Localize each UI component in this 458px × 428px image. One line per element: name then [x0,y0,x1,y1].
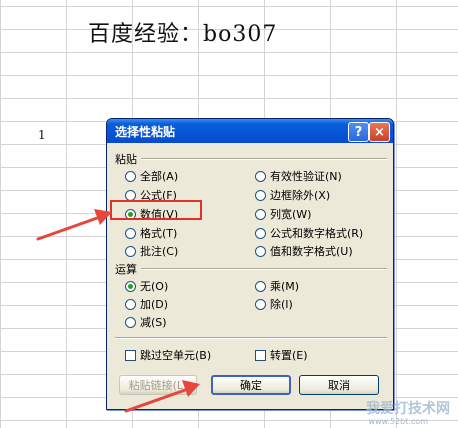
dialog-title: 选择性粘贴 [115,125,176,139]
paste-comments-option[interactable]: 批注(C) [125,243,178,259]
operation-section-divider [141,268,387,270]
pointer-arrow-icon [36,209,112,241]
checkbox-label: 转置(E) [270,349,308,362]
radio-icon [255,227,266,239]
option-label: 加(D) [140,298,169,311]
paste-all-option[interactable]: 全部(A) [125,168,178,184]
radio-icon [125,189,136,201]
transpose-checkbox[interactable]: 转置(E) [255,347,308,363]
option-label: 乘(M) [270,280,300,293]
header-text: 百度经验：bo307 [88,22,278,47]
radio-icon [255,245,266,257]
cell-value[interactable]: 1 [38,128,46,142]
radio-icon [255,189,266,201]
paste-section-label: 粘贴 [115,153,137,166]
option-label: 全部(A) [140,170,179,183]
option-label: 有效性验证(N) [270,170,342,183]
values-option-highlight [110,200,202,220]
option-label: 除(I) [270,298,293,311]
operation-section-label: 运算 [115,263,137,276]
cancel-button[interactable]: 取消 [299,375,379,395]
site-brand-watermark: 我爱打技术网 [366,401,450,417]
radio-icon [255,280,266,292]
paste-values-number-formats-option[interactable]: 值和数字格式(U) [255,243,353,259]
paste-formulas-number-formats-option[interactable]: 公式和数字格式(R) [255,225,363,241]
paste-column-widths-option[interactable]: 列宽(W) [255,206,311,222]
paste-all-except-borders-option[interactable]: 边框除外(X) [255,187,330,203]
radio-icon [125,245,136,257]
option-label: 批注(C) [140,245,179,258]
radio-icon [125,227,136,239]
radio-selected-icon [125,280,136,292]
paste-special-dialog: 选择性粘贴 ? × 粘贴 全部(A) 公式(F) 数值(V) 格式(T) 批注(… [106,118,394,410]
operation-divide-option[interactable]: 除(I) [255,296,293,312]
options-divider [115,337,387,339]
option-label: 值和数字格式(U) [270,245,353,258]
radio-icon [255,170,266,182]
ok-button[interactable]: 确定 [211,375,291,395]
skip-blanks-checkbox[interactable]: 跳过空单元(B) [125,347,211,363]
close-button[interactable]: × [369,122,390,142]
paste-formats-option[interactable]: 格式(T) [125,225,177,241]
site-url-watermark: www.52bt.com [368,417,428,426]
radio-icon [125,298,136,310]
operation-multiply-option[interactable]: 乘(M) [255,278,299,294]
operation-none-option[interactable]: 无(O) [125,278,168,294]
option-label: 列宽(W) [270,208,312,221]
option-label: 无(O) [140,280,169,293]
checkbox-label: 跳过空单元(B) [140,349,212,362]
option-label: 边框除外(X) [270,189,331,202]
option-label: 公式和数字格式(R) [270,227,364,240]
radio-icon [255,298,266,310]
option-label: 格式(T) [140,227,178,240]
radio-icon [125,170,136,182]
operation-subtract-option[interactable]: 减(S) [125,314,167,330]
checkbox-icon [255,349,266,361]
operation-add-option[interactable]: 加(D) [125,296,168,312]
checkbox-icon [125,349,136,361]
paste-section-divider [141,158,387,160]
paste-validation-option[interactable]: 有效性验证(N) [255,168,342,184]
help-button[interactable]: ? [348,122,369,142]
dialog-titlebar[interactable]: 选择性粘贴 ? × [107,119,393,143]
pointer-arrow-icon [124,380,200,413]
option-label: 减(S) [140,316,167,329]
radio-icon [255,208,266,220]
radio-icon [125,316,136,328]
